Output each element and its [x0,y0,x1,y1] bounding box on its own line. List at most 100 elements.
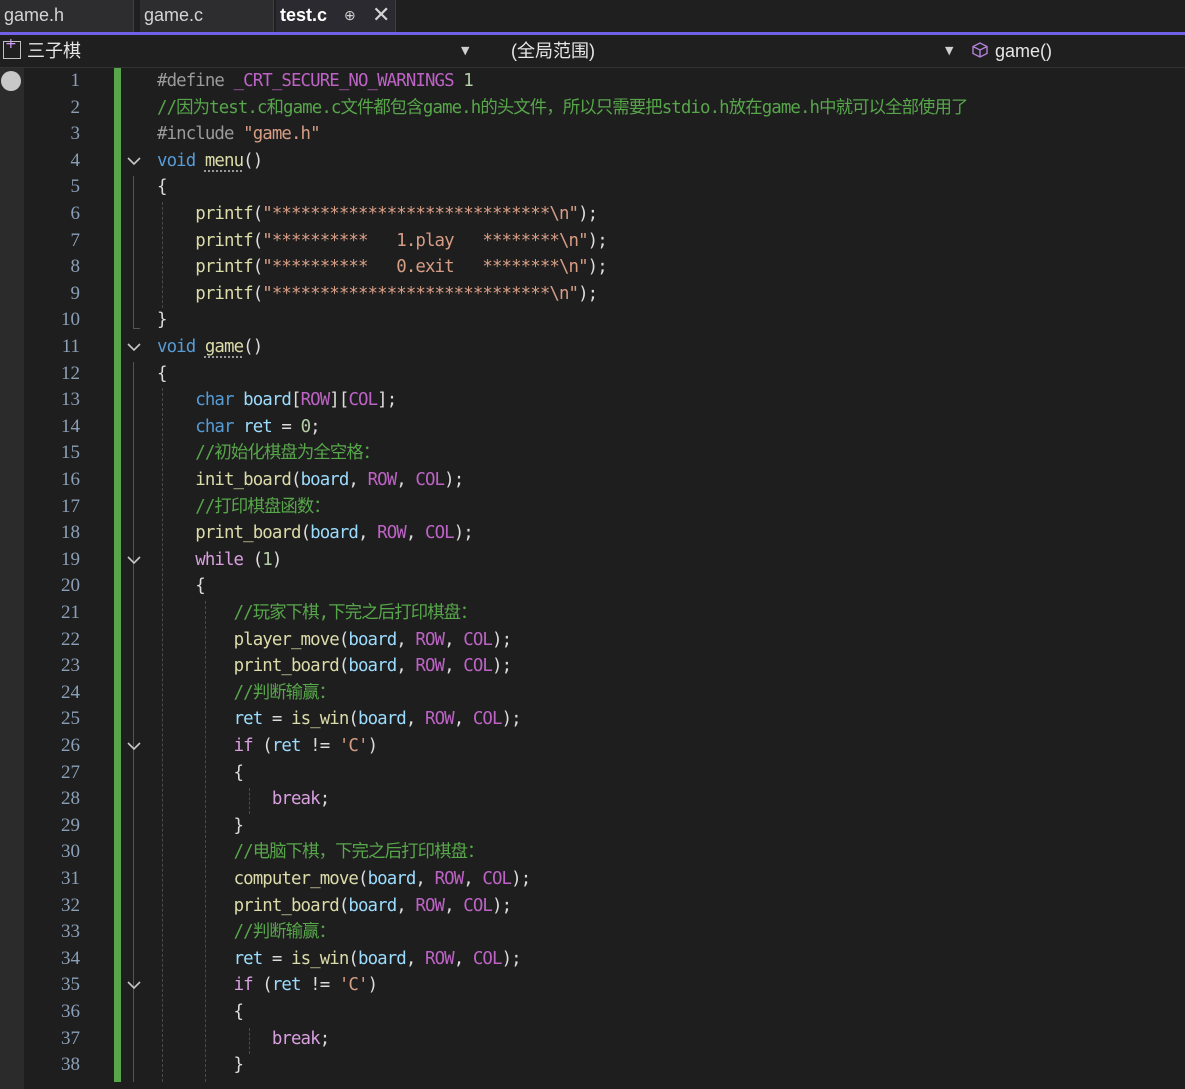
code-token: //初始化棋盘为全空格： [195,443,380,464]
code-text: if (ret != 'C') [157,733,378,760]
tab-test-c[interactable]: test.c ⊕ ✕ [276,0,396,32]
code-line[interactable]: 33 //判断输赢： [0,919,1185,946]
code-token: { [157,576,205,597]
code-line[interactable]: 7 printf("********** 1.play ********\n")… [0,228,1185,255]
code-token: game [204,337,244,357]
code-token: ( [252,204,263,224]
line-number: 17 [61,495,80,517]
code-token: printf [195,204,253,224]
fold-chevron-icon[interactable] [126,733,142,760]
code-line[interactable]: 35 if (ret != 'C') [0,972,1185,999]
code-line[interactable]: 31 computer_move(board, ROW, COL); [0,866,1185,893]
code-token: "game.h" [243,124,320,145]
code-line[interactable]: 1 #define _CRT_SECURE_NO_WARNINGS 1 [0,68,1185,95]
code-token: [ [291,390,301,411]
code-line[interactable]: 34 ret = is_win(board, ROW, COL); [0,946,1185,973]
code-line[interactable]: 2 //因为test.c和game.c文件都包含game.h的头文件，所以只需要把… [0,95,1185,122]
code-line[interactable]: 38 } [0,1052,1185,1079]
code-token: COL [472,709,503,730]
code-line[interactable]: 5{ [0,174,1185,201]
code-token: ROW [415,629,445,650]
code-token: , [415,869,435,889]
code-token: = [271,416,301,437]
code-line[interactable]: 21 //玩家下棋,下完之后打印棋盘： [0,600,1185,627]
code-token: break [271,1028,321,1049]
fold-chevron-icon[interactable] [126,972,142,999]
code-token: board [310,523,359,544]
line-number: 10 [61,309,80,331]
code-text: //判断输赢： [157,919,337,946]
code-line[interactable]: 4 void menu() [0,148,1185,175]
code-line[interactable]: 22 player_move(board, ROW, COL); [0,627,1185,654]
code-token: ret [243,416,273,437]
code-token: COL [463,656,493,677]
code-line[interactable]: 27 { [0,760,1185,787]
code-token: ( [300,523,311,544]
tab-game-h[interactable]: game.h [0,0,134,32]
member-dropdown[interactable]: game() [995,35,1052,67]
code-line[interactable]: 32 print_board(board, ROW, COL); [0,893,1185,920]
line-number: 5 [70,176,81,198]
code-line[interactable]: 13 char board[ROW][COL]; [0,387,1185,414]
code-line[interactable]: 12 { [0,361,1185,388]
project-icon [3,36,21,59]
chevron-down-icon[interactable]: ▼ [945,35,953,67]
code-text: #define _CRT_SECURE_NO_WARNINGS 1 [157,68,474,95]
code-line[interactable]: 8 printf("********** 0.exit ********\n")… [0,254,1185,281]
code-token: //玩家下棋,下完之后打印棋盘： [233,603,478,623]
code-text: printf("********** 0.exit ********\n"); [157,254,607,281]
line-number: 4 [70,149,81,171]
code-line[interactable]: 3 #include "game.h" [0,121,1185,148]
code-text: break; [157,1026,330,1053]
code-token: //判断输赢： [233,922,337,943]
tab-game-c[interactable]: game.c [140,0,274,32]
code-token: is_win [291,948,349,969]
scope-dropdown[interactable]: (全局范围) [511,35,595,67]
code-line[interactable]: 37 break; [0,1026,1185,1053]
code-line[interactable]: 20 { [0,573,1185,600]
fold-chevron-icon[interactable] [126,334,142,361]
code-line[interactable]: 18 print_board(board, ROW, COL); [0,520,1185,547]
code-text: { [157,361,167,388]
code-line[interactable]: 30 //电脑下棋，下完之后打印棋盘： [0,839,1185,866]
project-dropdown[interactable]: 三子棋 [27,35,81,67]
line-number: 22 [61,628,80,650]
code-line[interactable]: 15 //初始化棋盘为全空格： [0,440,1185,467]
fold-chevron-icon[interactable] [126,148,142,175]
code-line[interactable]: 36 { [0,999,1185,1026]
code-text: #include "game.h" [157,121,321,148]
line-number: 23 [61,655,80,677]
code-token: 1 [463,71,473,91]
code-text: ret = is_win(board, ROW, COL); [157,706,522,733]
code-line[interactable]: 16 init_board(board, ROW, COL); [0,467,1185,494]
code-line[interactable]: 29 } [0,813,1185,840]
close-icon[interactable]: ✕ [372,0,390,30]
code-token: , [358,523,378,544]
code-token: ( [348,948,358,969]
pin-icon[interactable]: ⊕ [344,0,356,30]
chevron-down-icon[interactable]: ▼ [461,35,469,67]
code-line[interactable]: 25 ret = is_win(board, ROW, COL); [0,706,1185,733]
code-line[interactable]: 19 while (1) [0,547,1185,574]
code-line[interactable]: 26 if (ret != 'C') [0,733,1185,760]
code-line[interactable]: 10} [0,307,1185,334]
code-line[interactable]: 24 //判断输赢： [0,680,1185,707]
code-token: print_board [195,523,301,544]
code-line[interactable]: 28 break; [0,786,1185,813]
code-line[interactable]: 11 void game() [0,334,1185,361]
code-token: ( [252,283,263,304]
code-line[interactable]: 6 printf("*****************************\… [0,201,1185,228]
code-token: , [405,709,425,730]
code-line[interactable]: 9 printf("*****************************\… [0,281,1185,308]
fold-chevron-icon[interactable] [126,547,142,574]
code-token: ) [367,975,378,996]
code-line[interactable]: 17 //打印棋盘函数： [0,494,1185,521]
code-line[interactable]: 23 print_board(board, ROW, COL); [0,653,1185,680]
code-token: ; [310,416,320,437]
code-line[interactable]: 14 char ret = 0; [0,414,1185,441]
